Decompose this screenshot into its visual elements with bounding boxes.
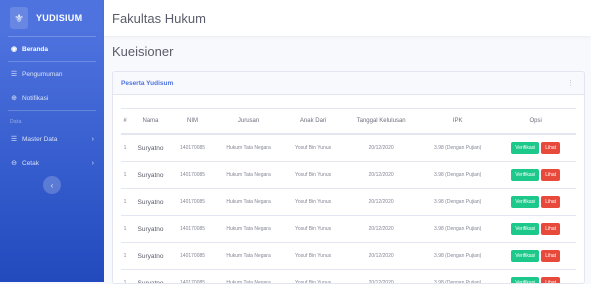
sidebar-item-label: Pengumuman — [22, 71, 62, 78]
brand-title: YUDISIUM — [36, 13, 82, 23]
row-number: 1 — [121, 162, 129, 189]
chevron-right-icon: › — [92, 136, 94, 143]
student-major: Hukum Tata Negara — [213, 216, 284, 243]
table-row: 1Suryatno140170085Hukum Tata NegaraYosuf… — [121, 162, 576, 189]
column-header: Tanggal Kelulusan — [342, 109, 420, 135]
column-header: NIM — [172, 109, 213, 135]
student-nim: 140170085 — [172, 189, 213, 216]
verify-button[interactable]: Verifikasi — [511, 223, 539, 235]
table-header-row: # Nama NIM Jurusan Anak Dari Tanggal Kel… — [121, 109, 576, 135]
sidebar-heading: Data — [0, 111, 104, 127]
options-cell: VerifikasiLihat — [495, 216, 576, 243]
table-row: 1Suryatno140170085Hukum Tata NegaraYosuf… — [121, 243, 576, 270]
student-major: Hukum Tata Negara — [213, 189, 284, 216]
verify-button[interactable]: Verifikasi — [511, 196, 539, 208]
university-logo-icon: ⚜ — [10, 7, 28, 29]
view-button[interactable]: Lihat — [541, 250, 560, 262]
more-vertical-icon[interactable]: ⋮ — [567, 79, 574, 87]
print-icon: ⊖ — [10, 159, 18, 167]
table-row: 1Suryatno140170085Hukum Tata NegaraYosuf… — [121, 216, 576, 243]
graduation-date: 20/12/2020 — [342, 134, 420, 162]
graduation-date: 20/12/2020 — [342, 162, 420, 189]
sidebar-brand[interactable]: ⚜ YUDISIUM — [0, 0, 104, 36]
verify-button[interactable]: Verifikasi — [511, 142, 539, 154]
graduation-date: 20/12/2020 — [342, 243, 420, 270]
parent-name: Yosuf Bin Yunus — [284, 189, 342, 216]
sidebar-item-label: Master Data — [22, 136, 57, 143]
options-cell: VerifikasiLihat — [495, 189, 576, 216]
gpa-value: 3.98 (Dengan Pujian) — [420, 189, 495, 216]
sidebar-item-cetak[interactable]: ⊖ Cetak › — [0, 151, 104, 175]
row-number: 1 — [121, 216, 129, 243]
bell-icon: ⊕ — [10, 94, 18, 102]
verify-button[interactable]: Verifikasi — [511, 169, 539, 181]
parent-name: Yosuf Bin Yunus — [284, 134, 342, 162]
gpa-value: 3.98 (Dengan Pujian) — [420, 162, 495, 189]
student-name: Suryatno — [129, 134, 172, 162]
student-name: Suryatno — [129, 189, 172, 216]
gpa-value: 3.98 (Dengan Pujian) — [420, 243, 495, 270]
parent-name: Yosuf Bin Yunus — [284, 243, 342, 270]
table-row: 1Suryatno140170085Hukum Tata NegaraYosuf… — [121, 189, 576, 216]
student-name: Suryatno — [129, 243, 172, 270]
row-number: 1 — [121, 243, 129, 270]
card-header: Peserta Yudisum ⋮ — [113, 72, 584, 95]
graduation-date: 20/12/2020 — [342, 216, 420, 243]
parent-name: Yosuf Bin Yunus — [284, 216, 342, 243]
tachometer-icon: ◉ — [10, 45, 18, 53]
view-button[interactable]: Lihat — [541, 196, 560, 208]
options-cell: VerifikasiLihat — [495, 134, 576, 162]
verify-button[interactable]: Verifikasi — [511, 250, 539, 262]
chevron-left-icon: ‹ — [51, 181, 54, 190]
column-header: IPK — [420, 109, 495, 135]
student-nim: 140170085 — [172, 216, 213, 243]
page-title: Kueisioner — [112, 44, 173, 59]
sidebar-item-notifikasi[interactable]: ⊕ Notifikasi — [0, 86, 104, 110]
student-nim: 140170085 — [172, 162, 213, 189]
sidebar: ⚜ YUDISIUM ◉ Beranda ☰ Pengumuman ⊕ Noti… — [0, 0, 104, 282]
column-header: Anak Dari — [284, 109, 342, 135]
table-row: 1Suryatno140170085Hukum Tata NegaraYosuf… — [121, 134, 576, 162]
student-nim: 140170085 — [172, 134, 213, 162]
gpa-value: 3.98 (Dengan Pujian) — [420, 216, 495, 243]
chevron-right-icon: › — [92, 160, 94, 167]
sidebar-toggle-button[interactable]: ‹ — [43, 176, 61, 194]
card-title: Peserta Yudisum — [121, 80, 173, 87]
sidebar-item-label: Notifikasi — [22, 95, 48, 102]
table-body: 1Suryatno140170085Hukum Tata NegaraYosuf… — [121, 134, 576, 284]
row-number: 1 — [121, 189, 129, 216]
list-icon: ☰ — [10, 70, 18, 78]
sidebar-item-label: Beranda — [22, 46, 48, 53]
graduation-date: 20/12/2020 — [342, 189, 420, 216]
verify-button[interactable]: Verifikasi — [511, 277, 539, 284]
student-major: Hukum Tata Negara — [213, 134, 284, 162]
student-major: Hukum Tata Negara — [213, 162, 284, 189]
student-name: Suryatno — [129, 162, 172, 189]
row-number: 1 — [121, 134, 129, 162]
column-header: Jurusan — [213, 109, 284, 135]
options-cell: VerifikasiLihat — [495, 243, 576, 270]
sidebar-item-master-data[interactable]: ☰ Master Data › — [0, 127, 104, 151]
sidebar-item-beranda[interactable]: ◉ Beranda — [0, 37, 104, 61]
view-button[interactable]: Lihat — [541, 169, 560, 181]
student-nim: 140170085 — [172, 243, 213, 270]
sidebar-item-label: Cetak — [22, 160, 39, 167]
view-button[interactable]: Lihat — [541, 277, 560, 284]
column-header: Nama — [129, 109, 172, 135]
topbar: Fakultas Hukum — [104, 0, 591, 36]
sidebar-item-pengumuman[interactable]: ☰ Pengumuman — [0, 62, 104, 86]
options-cell: VerifikasiLihat — [495, 162, 576, 189]
column-header: Opsi — [495, 109, 576, 135]
view-button[interactable]: Lihat — [541, 142, 560, 154]
student-major: Hukum Tata Negara — [213, 243, 284, 270]
parent-name: Yosuf Bin Yunus — [284, 162, 342, 189]
view-button[interactable]: Lihat — [541, 223, 560, 235]
student-name: Suryatno — [129, 216, 172, 243]
list-icon: ☰ — [10, 135, 18, 143]
topbar-title: Fakultas Hukum — [112, 11, 206, 26]
gpa-value: 3.98 (Dengan Pujian) — [420, 134, 495, 162]
participants-card: Peserta Yudisum ⋮ # Nama NIM Jurusan Ana… — [112, 71, 585, 284]
participants-table: # Nama NIM Jurusan Anak Dari Tanggal Kel… — [121, 108, 576, 284]
column-header: # — [121, 109, 129, 135]
